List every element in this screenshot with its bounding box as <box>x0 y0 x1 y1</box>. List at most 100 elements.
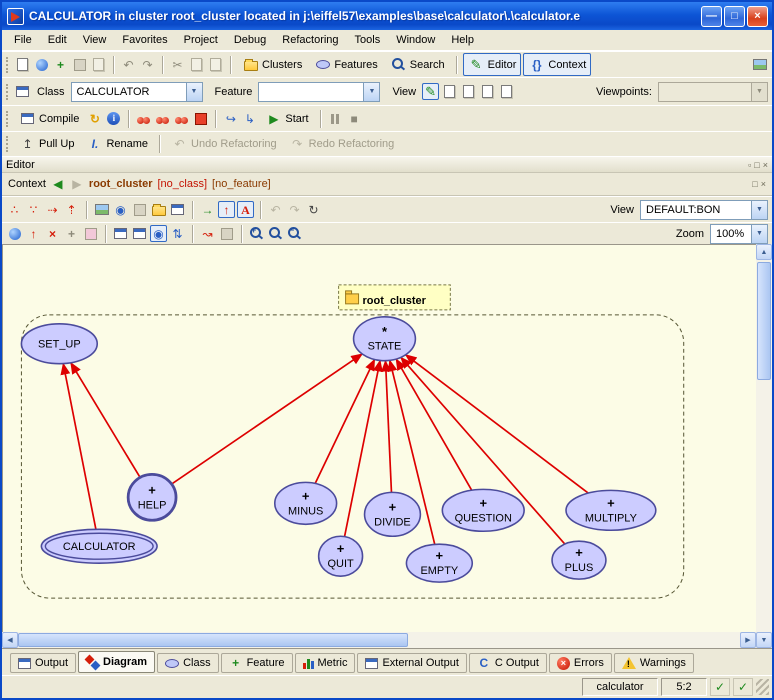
delete-figure-icon[interactable]: × <box>44 225 61 242</box>
add-class-icon[interactable]: + <box>52 56 69 73</box>
force-layout-icon[interactable]: → <box>199 201 216 218</box>
close-panel-icon[interactable]: × <box>761 179 766 189</box>
undo-icon[interactable]: ↶ <box>120 56 137 73</box>
paste-icon[interactable] <box>207 56 224 73</box>
save-icon[interactable] <box>71 56 88 73</box>
inheritance-arrow-calculator-to-set_up[interactable] <box>63 364 96 530</box>
view-flat-contract-icon[interactable] <box>498 83 515 100</box>
class-node-question[interactable]: +QUESTION <box>442 489 524 531</box>
chevron-down-icon[interactable]: ▼ <box>186 83 202 101</box>
view-flat-icon[interactable] <box>441 83 458 100</box>
chevron-down-icon[interactable]: ▼ <box>751 225 767 243</box>
menu-file[interactable]: File <box>6 31 40 49</box>
debug-clear-icon[interactable] <box>173 110 190 127</box>
scroll-right-icon[interactable]: ▶ <box>740 632 756 648</box>
tab-output[interactable]: Output <box>10 653 76 673</box>
editor-toggle[interactable]: ✎ Editor <box>463 53 522 76</box>
link-style-icon[interactable]: ↝ <box>199 225 216 242</box>
toolbar-grip[interactable] <box>6 136 9 152</box>
crop-diagram-icon[interactable] <box>131 225 148 242</box>
class-node-empty[interactable]: +EMPTY <box>406 544 472 582</box>
diagram-view-combobox[interactable]: DEFAULT:BON ▼ <box>640 200 768 220</box>
menu-favorites[interactable]: Favorites <box>114 31 175 49</box>
melt-icon[interactable]: ↻ <box>86 110 103 127</box>
class-node-quit[interactable]: +QUIT <box>319 536 363 576</box>
chevron-down-icon[interactable]: ▼ <box>363 83 379 101</box>
class-bubble-tool-icon[interactable] <box>6 225 23 242</box>
class-node-minus[interactable]: +MINUS <box>275 482 337 524</box>
tab-diagram[interactable]: Diagram <box>78 651 155 673</box>
center-diagram-icon[interactable]: ◉ <box>150 225 167 242</box>
inheritance-arrow-divide-to-state[interactable] <box>385 361 391 493</box>
minimize-button[interactable]: — <box>701 6 722 27</box>
toolbar-grip[interactable] <box>6 84 9 100</box>
menu-refactoring[interactable]: Refactoring <box>274 31 346 49</box>
export-image-icon[interactable] <box>93 201 110 218</box>
class-node-plus[interactable]: +PLUS <box>552 541 606 579</box>
scroll-up-icon[interactable]: ▲ <box>756 244 772 260</box>
resize-grip[interactable] <box>756 679 769 695</box>
diagram-canvas[interactable]: root_cluster SET_UP*STATE+HELPCALCULATOR… <box>2 244 756 632</box>
horizontal-scrollbar[interactable]: ◀ ▶ <box>2 632 756 648</box>
cluster-label[interactable]: root_cluster <box>339 285 451 310</box>
inheritance-depth-icon[interactable]: ↑ <box>218 201 235 218</box>
tab-class[interactable]: Class <box>157 653 219 673</box>
view-edit-icon[interactable]: ✎ <box>422 83 439 100</box>
menu-debug[interactable]: Debug <box>226 31 274 49</box>
clusters-button[interactable]: Clusters <box>237 53 307 76</box>
menu-edit[interactable]: Edit <box>40 31 75 49</box>
new-window-icon[interactable] <box>14 56 31 73</box>
search-button[interactable]: Search <box>385 53 450 76</box>
tab-feature[interactable]: + Feature <box>221 653 293 673</box>
redo-refactoring-button[interactable]: ↷ Redo Refactoring <box>284 133 400 156</box>
vertical-scroll-thumb[interactable] <box>757 262 771 380</box>
step-into-icon[interactable]: ↪ <box>222 110 239 127</box>
compile-button[interactable]: Compile <box>14 107 84 130</box>
zoom-in-icon[interactable]: + <box>248 225 265 242</box>
layout-icon[interactable]: ◉ <box>112 201 129 218</box>
features-button[interactable]: Features <box>309 53 382 76</box>
close-panel-icon[interactable]: × <box>763 160 768 170</box>
history-back-icon[interactable]: ◀ <box>51 176 65 193</box>
class-combobox[interactable]: CALCULATOR ▼ <box>71 82 203 102</box>
chevron-down-icon[interactable]: ▼ <box>751 201 767 219</box>
scroll-down-icon[interactable]: ▼ <box>756 632 772 648</box>
inheritance-arrow-help-to-state[interactable] <box>172 354 363 484</box>
fit-to-window-icon[interactable] <box>112 225 129 242</box>
rename-button[interactable]: I. Rename <box>81 133 153 156</box>
diagram-redo-icon[interactable]: ↷ <box>286 201 303 218</box>
tab-warnings[interactable]: ! Warnings <box>614 653 694 673</box>
tab-c-output[interactable]: C C Output <box>469 653 547 673</box>
refresh-diagram-icon[interactable]: ↻ <box>305 201 322 218</box>
viewpoints-combobox[interactable]: ▼ <box>658 82 768 102</box>
context-feature[interactable]: [no_feature] <box>212 178 271 190</box>
view-interface-icon[interactable] <box>479 83 496 100</box>
client-link-tool-icon[interactable]: ⇢ <box>44 201 61 218</box>
close-button[interactable]: × <box>747 6 768 27</box>
external-commands-icon[interactable] <box>751 56 768 73</box>
feature-combobox[interactable]: ▼ <box>258 82 380 102</box>
print-diagram-icon[interactable] <box>131 201 148 218</box>
context-class[interactable]: [no_class] <box>158 178 208 190</box>
zoom-fit-icon[interactable] <box>267 225 284 242</box>
cluster-figure-tool-icon[interactable]: ∵ <box>25 201 42 218</box>
info-icon[interactable]: i <box>105 110 122 127</box>
copy-icon[interactable] <box>188 56 205 73</box>
pull-up-button[interactable]: ↥ Pull Up <box>14 133 79 156</box>
pause-icon[interactable] <box>327 110 344 127</box>
class-node-calculator[interactable]: CALCULATOR <box>41 529 157 563</box>
tab-metric[interactable]: Metric <box>295 653 356 673</box>
maximize-button[interactable]: □ <box>724 6 745 27</box>
step-out-icon[interactable]: ↳ <box>241 110 258 127</box>
maximize-panel-icon[interactable]: □ <box>754 160 759 170</box>
ignore-breakpoints-icon[interactable] <box>192 110 209 127</box>
redo-icon[interactable]: ↷ <box>139 56 156 73</box>
editor-panel-header[interactable]: Editor ▫ □ × <box>2 156 772 173</box>
debug-object-icon[interactable] <box>135 110 152 127</box>
class-node-set_up[interactable]: SET_UP <box>21 324 97 364</box>
stop-icon[interactable]: ■ <box>346 110 363 127</box>
menu-help[interactable]: Help <box>443 31 482 49</box>
class-node-state[interactable]: *STATE <box>354 317 416 361</box>
undo-refactoring-button[interactable]: ↶ Undo Refactoring <box>166 133 282 156</box>
class-tool-icon[interactable] <box>14 83 31 100</box>
